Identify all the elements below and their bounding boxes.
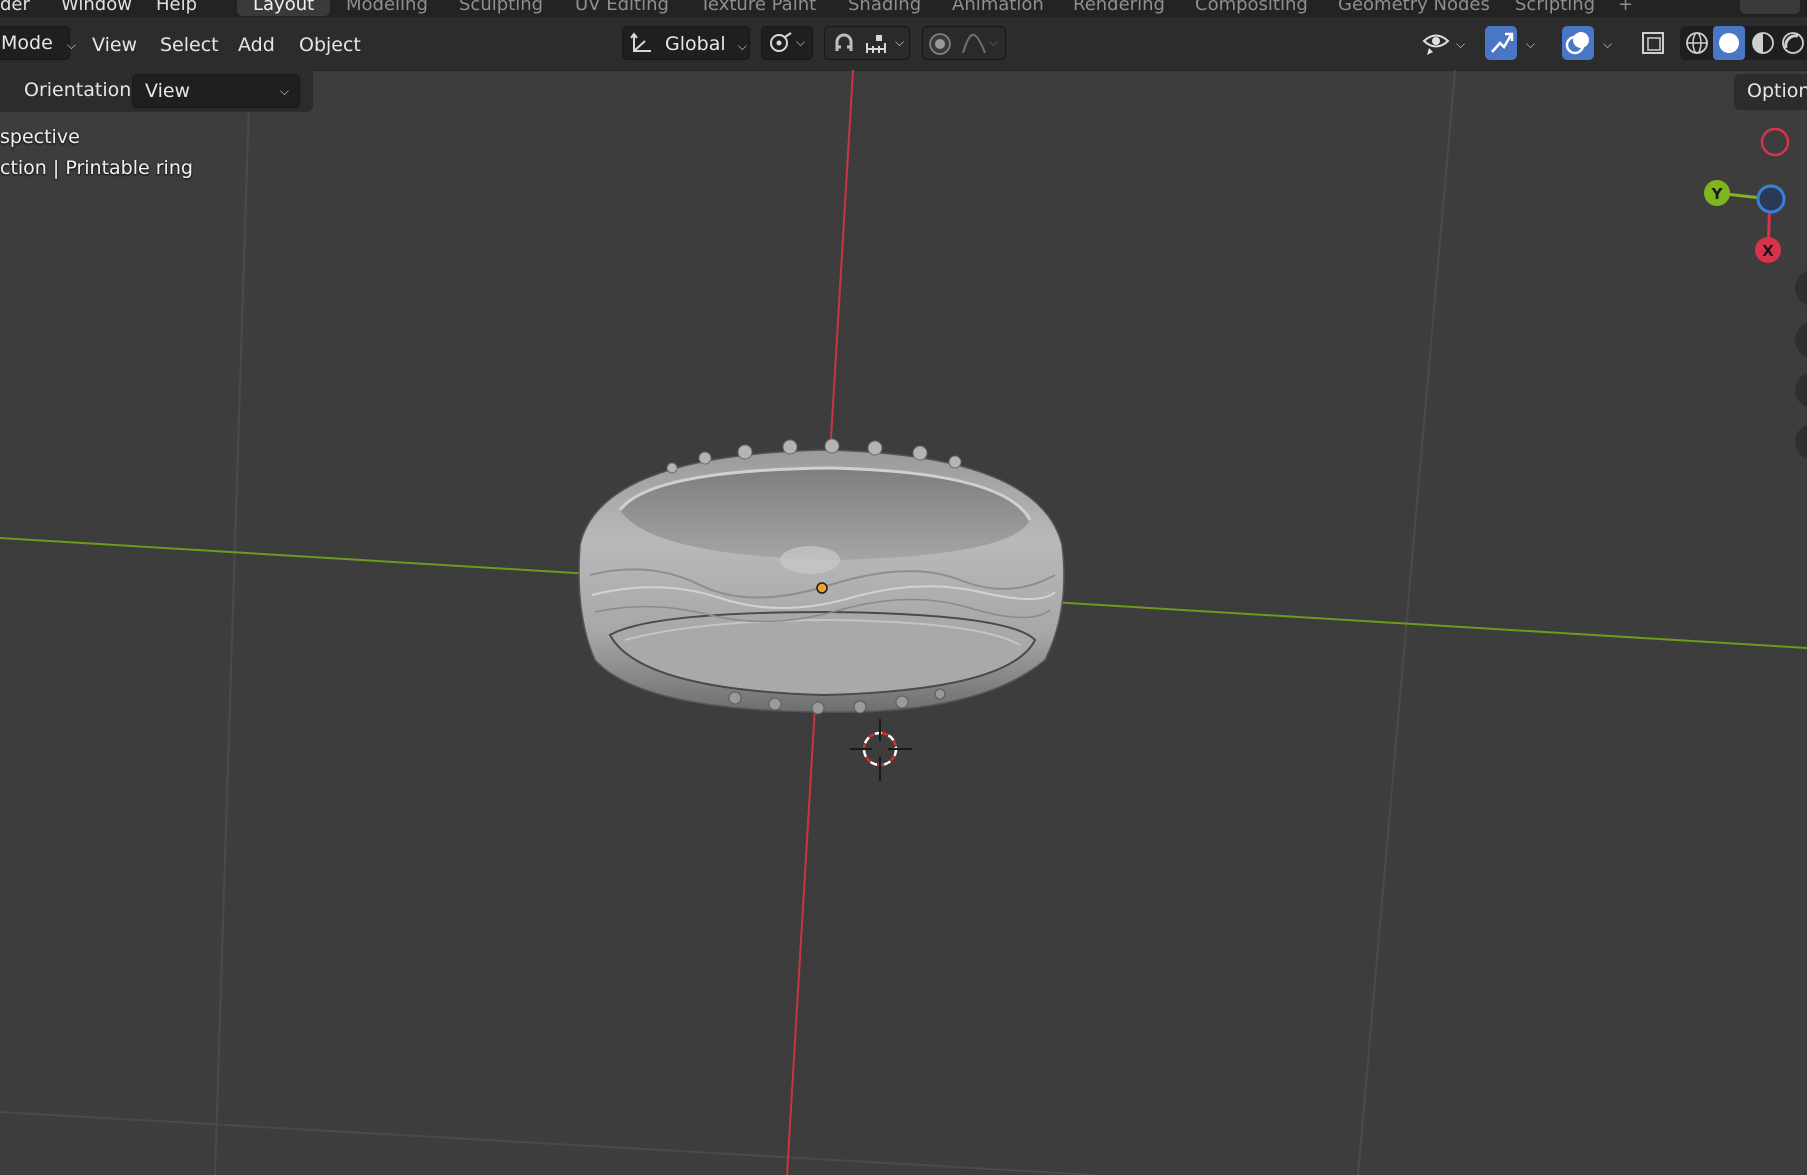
gizmo-neg-z-handle[interactable] xyxy=(1760,127,1790,157)
object-origin-dot xyxy=(816,582,828,594)
chevron-down-icon[interactable]: ⌵ xyxy=(1456,37,1465,52)
gizmo-x-label: X xyxy=(1762,242,1774,260)
orientation-dropdown-value: View xyxy=(145,80,191,102)
select-menu[interactable]: Select xyxy=(160,34,219,56)
chevron-down-icon[interactable]: ⌵ xyxy=(895,35,904,50)
pivot-icon xyxy=(770,32,792,52)
viewport-header: Mode ⌵ View Select Add Object Global ⌵ ⌵ xyxy=(0,17,1807,71)
tab-compositing[interactable]: Compositing xyxy=(1195,0,1308,15)
orientation-dropdown[interactable]: View ⌵ xyxy=(132,74,300,108)
chevron-down-icon[interactable]: ⌵ xyxy=(1526,37,1535,52)
tool-settings-panel: Orientation: View ⌵ xyxy=(0,70,313,112)
tab-sculpting[interactable]: Sculpting xyxy=(459,0,543,15)
menu-window[interactable]: Window xyxy=(61,0,132,15)
object-menu[interactable]: Object xyxy=(299,34,361,56)
navigation-gizmo[interactable]: Y X xyxy=(1704,127,1790,263)
viewport-canvas[interactable]: Y X xyxy=(0,70,1807,1175)
material-shading-icon[interactable] xyxy=(1748,28,1778,58)
gizmo-arrow-icon xyxy=(1491,32,1514,53)
falloff-curve-icon[interactable] xyxy=(959,29,989,59)
chevron-down-icon: ⌵ xyxy=(279,84,289,98)
chevron-down-icon: ⌵ xyxy=(66,38,76,52)
magnet-icon[interactable] xyxy=(829,29,859,59)
snap-increment-icon[interactable] xyxy=(861,29,891,59)
snapping-group: ⌵ xyxy=(824,26,910,60)
scene-selector[interactable] xyxy=(1740,0,1800,14)
menu-help[interactable]: Help xyxy=(156,0,197,15)
gizmo-z-handle[interactable] xyxy=(1756,184,1786,214)
chevron-down-icon: ⌵ xyxy=(796,35,806,49)
tab-shading[interactable]: Shading xyxy=(848,0,921,15)
view-menu[interactable]: View xyxy=(92,34,137,56)
menu-render[interactable]: der xyxy=(0,0,30,15)
tab-texture-paint[interactable]: Texture Paint xyxy=(700,0,816,15)
collection-info-text: ction | Printable ring xyxy=(0,157,193,179)
tab-uv-editing[interactable]: UV Editing xyxy=(575,0,669,15)
options-button[interactable]: Option xyxy=(1734,74,1807,110)
wireframe-shading-icon[interactable] xyxy=(1682,28,1712,58)
tab-animation[interactable]: Animation xyxy=(952,0,1044,15)
solid-shading-icon xyxy=(1719,33,1739,53)
mode-label: Mode xyxy=(1,32,53,54)
orientation-value: Global xyxy=(665,33,726,55)
ring-mesh[interactable] xyxy=(578,438,1065,715)
tab-modeling[interactable]: Modeling xyxy=(346,0,428,15)
view-name-text: spective xyxy=(0,126,80,148)
top-bar: der Window Help Layout Modeling Sculptin… xyxy=(0,0,1807,17)
chevron-down-icon[interactable]: ⌵ xyxy=(989,35,998,50)
proportional-editing-group: ⌵ xyxy=(922,26,1006,60)
tab-geometry-nodes[interactable]: Geometry Nodes xyxy=(1338,0,1490,15)
overlays-icon xyxy=(1565,32,1589,55)
tab-rendering[interactable]: Rendering xyxy=(1073,0,1165,15)
chevron-down-icon: ⌵ xyxy=(737,39,747,53)
grid-line xyxy=(0,1111,1096,1175)
grid-line xyxy=(214,70,251,1175)
add-workspace-button[interactable]: + xyxy=(1618,0,1633,15)
rendered-shading-icon[interactable] xyxy=(1778,28,1807,58)
3d-cursor[interactable] xyxy=(850,719,912,781)
transform-orientation-dropdown[interactable]: Global ⌵ xyxy=(622,26,750,60)
tab-layout[interactable]: Layout xyxy=(237,0,331,16)
mode-dropdown[interactable]: Mode ⌵ xyxy=(0,26,76,60)
tab-scripting[interactable]: Scripting xyxy=(1515,0,1595,15)
overlays-toggle-button[interactable] xyxy=(1562,26,1594,60)
proportional-editing-icon[interactable] xyxy=(925,29,955,59)
orientation-label: Orientation: xyxy=(24,79,138,101)
gizmo-y-label: Y xyxy=(1711,185,1724,203)
orientation-axes-icon xyxy=(630,32,651,52)
shading-mode-group xyxy=(1680,26,1807,60)
chevron-down-icon[interactable]: ⌵ xyxy=(1603,37,1612,52)
gizmo-toggle-button[interactable] xyxy=(1485,26,1517,60)
options-label: Option xyxy=(1747,80,1807,102)
xray-toggle-icon[interactable] xyxy=(1638,28,1668,58)
visibility-eye-icon[interactable] xyxy=(1421,28,1451,58)
add-menu[interactable]: Add xyxy=(238,34,275,56)
solid-shading-button[interactable] xyxy=(1713,26,1745,60)
pivot-point-dropdown[interactable]: ⌵ xyxy=(761,26,813,60)
